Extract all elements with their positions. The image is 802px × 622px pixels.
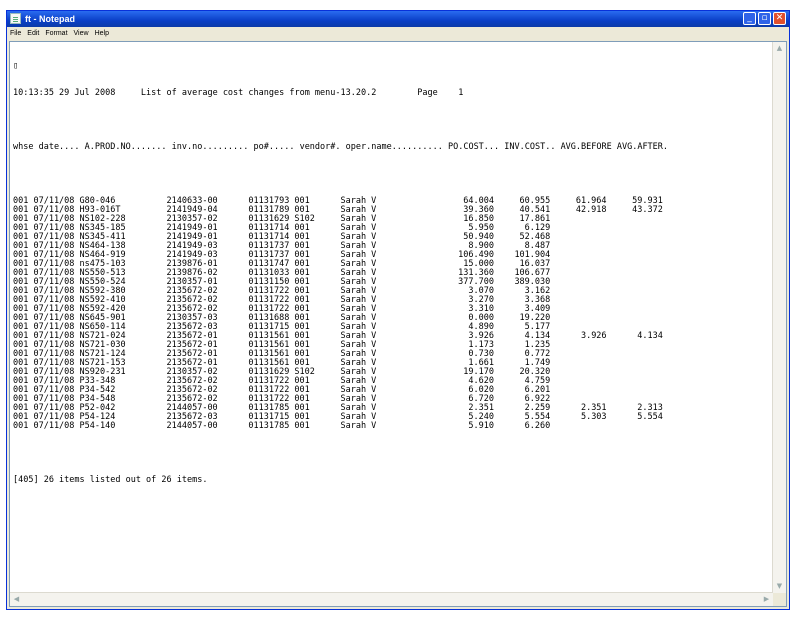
table-row: 001 07/11/08 P34-542 2135672-02 01131722 001 S… (13, 386, 770, 395)
table-row: 001 07/11/08 P54-140 2144057-00 01131785 001 S… (13, 422, 770, 431)
cell-inv: 2144057-00 (166, 421, 218, 431)
table-row: 001 07/11/08 NS464-919 2141949-03 01131737 00… (13, 251, 770, 260)
report-rows: 001 07/11/08 G80-046 2140633-00 01131793 001 S… (13, 197, 770, 431)
table-row: 001 07/11/08 P33-348 2135672-02 01131722 001 S… (13, 377, 770, 386)
table-row: 001 07/11/08 NS464-138 2141949-03 01131737 00… (13, 242, 770, 251)
table-row: 001 07/11/08 NS592-380 2135672-02 01131722 00… (13, 287, 770, 296)
cell-po: 01131785 (248, 421, 290, 431)
title-bar[interactable]: ft - Notepad _ ▫ ✕ (7, 11, 789, 27)
table-row: 001 07/11/08 NS345-411 2141949-01 01131714 00… (13, 233, 770, 242)
window-title: ft - Notepad (25, 14, 75, 24)
horizontal-scrollbar[interactable]: ◀ ▶ (10, 592, 773, 606)
menu-help[interactable]: Help (92, 27, 112, 40)
cell-avg-before: 3.926 (580, 331, 607, 341)
report-text: ▯ 10:13:35 29 Jul 2008 List of average c… (13, 44, 770, 503)
report-header-line: 10:13:35 29 Jul 2008 List of average cos… (13, 88, 464, 98)
scroll-up-icon[interactable]: ▲ (773, 42, 786, 55)
table-row: 001 07/11/08 NS592-420 2135672-02 01131722 00… (13, 305, 770, 314)
scrollbar-corner (773, 593, 786, 606)
scroll-left-icon[interactable]: ◀ (10, 593, 23, 606)
table-row: 001 07/11/08 NS721-153 2135672-01 01131561 00… (13, 359, 770, 368)
table-row: 001 07/11/08 ns475-103 2139876-01 01131747 00… (13, 260, 770, 269)
cell-avg-before: 42.918 (575, 205, 607, 215)
table-row: 001 07/11/08 NS102-228 2130357-02 01131629 S1… (13, 215, 770, 224)
table-row: 001 07/11/08 H93-016T 2141949-04 01131789 001… (13, 206, 770, 215)
table-row: 001 07/11/08 P54-124 2135672-03 01131715 001 S… (13, 413, 770, 422)
scroll-right-icon[interactable]: ▶ (760, 593, 773, 606)
notepad-icon (10, 13, 21, 24)
scroll-down-icon[interactable]: ▼ (773, 580, 786, 593)
maximize-button[interactable]: ▫ (758, 12, 771, 25)
table-row: 001 07/11/08 NS550-513 2139876-02 01131033 00… (13, 269, 770, 278)
menu-file[interactable]: File (7, 27, 24, 40)
text-editor-area[interactable]: ▯ 10:13:35 29 Jul 2008 List of average c… (9, 41, 787, 607)
cell-whse: 001 (13, 421, 29, 431)
column-headers-line: whse date.... A.PROD.NO....... inv.no...… (13, 142, 669, 152)
cell-date: 07/11/08 (33, 421, 75, 431)
cell-oper: Sarah V (340, 421, 377, 431)
table-row: 001 07/11/08 NS721-024 2135672-01 01131561 00… (13, 332, 770, 341)
report-footer-line: [405] 26 items listed out of 26 items. (13, 475, 208, 485)
close-button[interactable]: ✕ (773, 12, 786, 25)
cell-avg-after: 4.134 (637, 331, 663, 341)
minimize-button[interactable]: _ (743, 12, 756, 25)
cell-avg-before: 5.303 (580, 412, 607, 422)
table-row: 001 07/11/08 NS345-185 2141949-01 01131714 00… (13, 224, 770, 233)
cell-po-cost: 5.910 (468, 421, 494, 431)
table-row: 001 07/11/08 NS592-410 2135672-02 01131722 00… (13, 296, 770, 305)
cell-avg-after: 43.372 (632, 205, 663, 215)
cell-vendor: 001 (294, 421, 310, 431)
menu-edit[interactable]: Edit (24, 27, 42, 40)
cell-prod: P54-140 (79, 421, 116, 431)
table-row: 001 07/11/08 NS920-231 2130357-02 01131629 S1… (13, 368, 770, 377)
table-row: 001 07/11/08 NS721-030 2135672-01 01131561 00… (13, 341, 770, 350)
table-row: 001 07/11/08 NS550-524 2130357-01 01131150 00… (13, 278, 770, 287)
table-row: 001 07/11/08 NS645-901 2130357-03 01131688 00… (13, 314, 770, 323)
cell-avg-after: 5.554 (637, 412, 663, 422)
text-cursor-marker: ▯ (13, 61, 19, 71)
menu-view[interactable]: View (71, 27, 92, 40)
menu-bar: File Edit Format View Help (7, 27, 789, 40)
cell-inv-cost: 6.260 (524, 421, 551, 431)
vertical-scrollbar[interactable]: ▲ ▼ (772, 42, 786, 593)
notepad-window: ft - Notepad _ ▫ ✕ File Edit Format View Hel… (6, 10, 790, 610)
menu-format[interactable]: Format (42, 27, 70, 40)
table-row: 001 07/11/08 NS721-124 2135672-01 01131561 00… (13, 350, 770, 359)
